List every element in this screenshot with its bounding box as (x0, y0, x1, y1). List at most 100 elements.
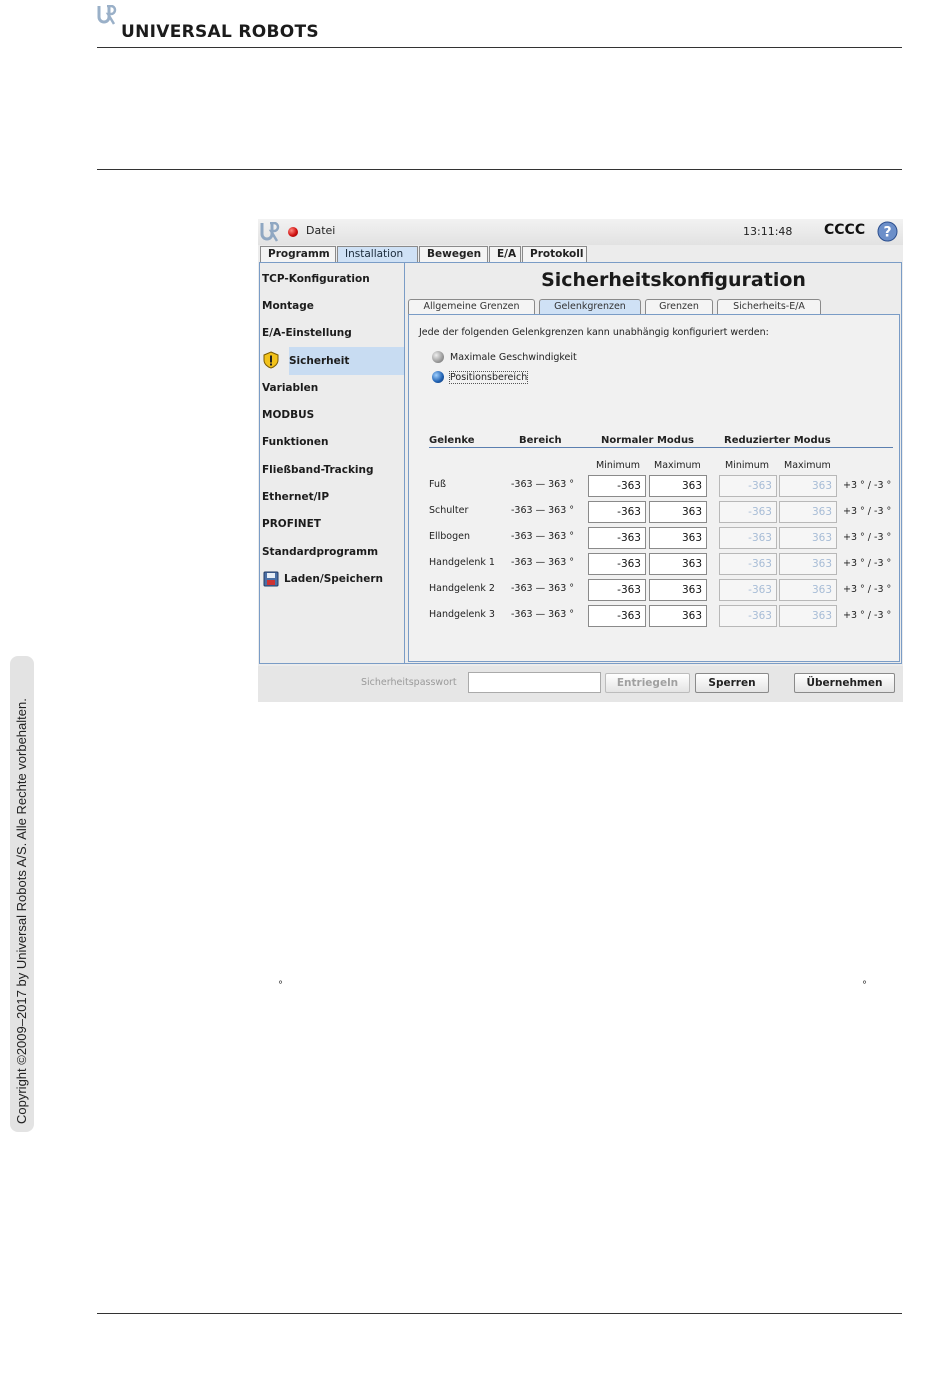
col-header-reduced: Reduzierter Modus (724, 435, 831, 446)
col-header-range: Bereich (519, 435, 562, 446)
joint-range: -363 — 363 ° (511, 609, 575, 620)
reduced-min-field: -363 (719, 527, 777, 549)
joint-name: Schulter (429, 505, 469, 516)
tab-ea[interactable]: E/A (489, 246, 521, 262)
reduced-min-field: -363 (719, 579, 777, 601)
radio-label-position-range[interactable]: Positionsbereich (448, 371, 529, 384)
tab-sicherheits-ea[interactable]: Sicherheits-E/A (717, 299, 821, 314)
unlock-button[interactable]: Entriegeln (605, 673, 690, 693)
status-led-icon (288, 227, 298, 237)
tab-gelenkgrenzen[interactable]: Gelenkgrenzen (539, 299, 641, 314)
ur-app-icon (260, 222, 280, 242)
sidebar-item-variablen[interactable]: Variablen (262, 379, 318, 397)
help-icon[interactable]: ? (877, 221, 898, 242)
bottom-bar: Sicherheitspasswort Entriegeln Sperren Ü… (258, 666, 903, 702)
normal-min-field[interactable]: -363 (588, 553, 646, 575)
reduced-max-field: 363 (779, 527, 837, 549)
sidebar-item-tcp[interactable]: TCP-Konfiguration (262, 270, 370, 288)
tolerance: +3 ° / -3 ° (843, 532, 892, 543)
sidebar: TCP-Konfiguration Montage E/A-Einstellun… (260, 263, 405, 663)
brand-name: UNIVERSAL ROBOTS (121, 22, 319, 42)
normal-min-field[interactable]: -363 (588, 579, 646, 601)
page-title: Sicherheitskonfiguration (541, 269, 806, 291)
robot-name: CCCC (824, 222, 866, 238)
reduced-max-field: 363 (779, 475, 837, 497)
joint-range: -363 — 363 ° (511, 531, 575, 542)
svg-text:?: ? (883, 225, 891, 241)
joint-name: Handgelenk 2 (429, 583, 495, 594)
joint-range: -363 — 363 ° (511, 583, 575, 594)
normal-min-field[interactable]: -363 (588, 527, 646, 549)
tab-grenzen[interactable]: Grenzen (645, 299, 713, 314)
password-label: Sicherheitspasswort (361, 677, 457, 688)
top-bar: Datei 13:11:48 CCCC ? (258, 219, 903, 245)
sidebar-item-montage[interactable]: Montage (262, 297, 314, 315)
subheader-reduced-min: Minimum (725, 460, 770, 471)
tolerance: +3 ° / -3 ° (843, 584, 892, 595)
sub-tabs: Allgemeine Grenzen Gelenkgrenzen Grenzen… (408, 299, 825, 314)
normal-max-field[interactable]: 363 (649, 475, 707, 497)
tab-allgemeine-grenzen[interactable]: Allgemeine Grenzen (408, 299, 535, 314)
joint-range: -363 — 363 ° (511, 557, 575, 568)
sidebar-item-ea-einstellung[interactable]: E/A-Einstellung (262, 324, 352, 342)
degree-mark-right: ° (862, 980, 867, 991)
tolerance: +3 ° / -3 ° (843, 558, 892, 569)
main-tabs: Programm Installation Bewegen E/A Protok… (260, 246, 588, 262)
warning-shield-icon (263, 351, 279, 369)
sidebar-item-modbus[interactable]: MODBUS (262, 406, 314, 424)
col-header-normal: Normaler Modus (601, 435, 695, 446)
normal-max-field[interactable]: 363 (649, 553, 707, 575)
header-divider (429, 447, 893, 448)
reduced-min-field: -363 (719, 605, 777, 627)
reduced-max-field: 363 (779, 605, 837, 627)
copyright-text: Copyright ©2009–2017 by Universal Robots… (14, 698, 29, 1124)
lock-button[interactable]: Sperren (695, 673, 769, 693)
header-rule (97, 47, 902, 48)
normal-min-field[interactable]: -363 (588, 501, 646, 523)
clock: 13:11:48 (743, 225, 793, 238)
joint-name: Fuß (429, 479, 446, 490)
radio-position-range[interactable] (432, 371, 444, 383)
radio-max-speed[interactable] (432, 351, 444, 363)
reduced-max-field: 363 (779, 553, 837, 575)
tab-programm[interactable]: Programm (260, 246, 336, 262)
sidebar-item-profinet[interactable]: PROFINET (262, 515, 321, 533)
degree-mark-left: ° (278, 980, 283, 991)
normal-min-field[interactable]: -363 (588, 475, 646, 497)
tab-protokoll[interactable]: Protokoll (522, 246, 587, 262)
sidebar-item-standardprogramm[interactable]: Standardprogramm (262, 543, 378, 561)
joint-limits-frame: Jede der folgenden Gelenkgrenzen kann un… (408, 314, 900, 662)
sidebar-item-fliessband-tracking[interactable]: Fließband-Tracking (262, 461, 374, 479)
reduced-min-field: -363 (719, 475, 777, 497)
normal-max-field[interactable]: 363 (649, 605, 707, 627)
tab-bewegen[interactable]: Bewegen (419, 246, 488, 262)
normal-max-field[interactable]: 363 (649, 527, 707, 549)
joint-range: -363 — 363 ° (511, 479, 575, 490)
apply-button[interactable]: Übernehmen (794, 673, 895, 693)
tolerance: +3 ° / -3 ° (843, 480, 892, 491)
sidebar-item-funktionen[interactable]: Funktionen (262, 433, 329, 451)
floppy-disk-icon (263, 571, 279, 587)
joint-name: Handgelenk 3 (429, 609, 495, 620)
sidebar-item-sicherheit[interactable]: Sicherheit (289, 352, 349, 370)
sidebar-item-ethernet-ip[interactable]: Ethernet/IP (262, 488, 329, 506)
content-frame: TCP-Konfiguration Montage E/A-Einstellun… (259, 262, 902, 664)
reduced-min-field: -363 (719, 553, 777, 575)
sidebar-item-laden-speichern[interactable]: Laden/Speichern (284, 570, 383, 588)
radio-label-max-speed[interactable]: Maximale Geschwindigkeit (450, 352, 577, 363)
ur-logo-icon (97, 5, 117, 25)
intro-text: Jede der folgenden Gelenkgrenzen kann un… (419, 327, 769, 338)
file-menu[interactable]: Datei (306, 224, 335, 237)
password-input[interactable] (468, 672, 601, 693)
tolerance: +3 ° / -3 ° (843, 506, 892, 517)
normal-max-field[interactable]: 363 (649, 579, 707, 601)
subheader-reduced-max: Maximum (784, 460, 831, 471)
footer-rule (97, 1313, 902, 1314)
normal-max-field[interactable]: 363 (649, 501, 707, 523)
reduced-max-field: 363 (779, 501, 837, 523)
tab-installation[interactable]: Installation (337, 246, 418, 262)
joint-range: -363 — 363 ° (511, 505, 575, 516)
subheader-normal-max: Maximum (654, 460, 701, 471)
subheader-normal-min: Minimum (596, 460, 641, 471)
normal-min-field[interactable]: -363 (588, 605, 646, 627)
